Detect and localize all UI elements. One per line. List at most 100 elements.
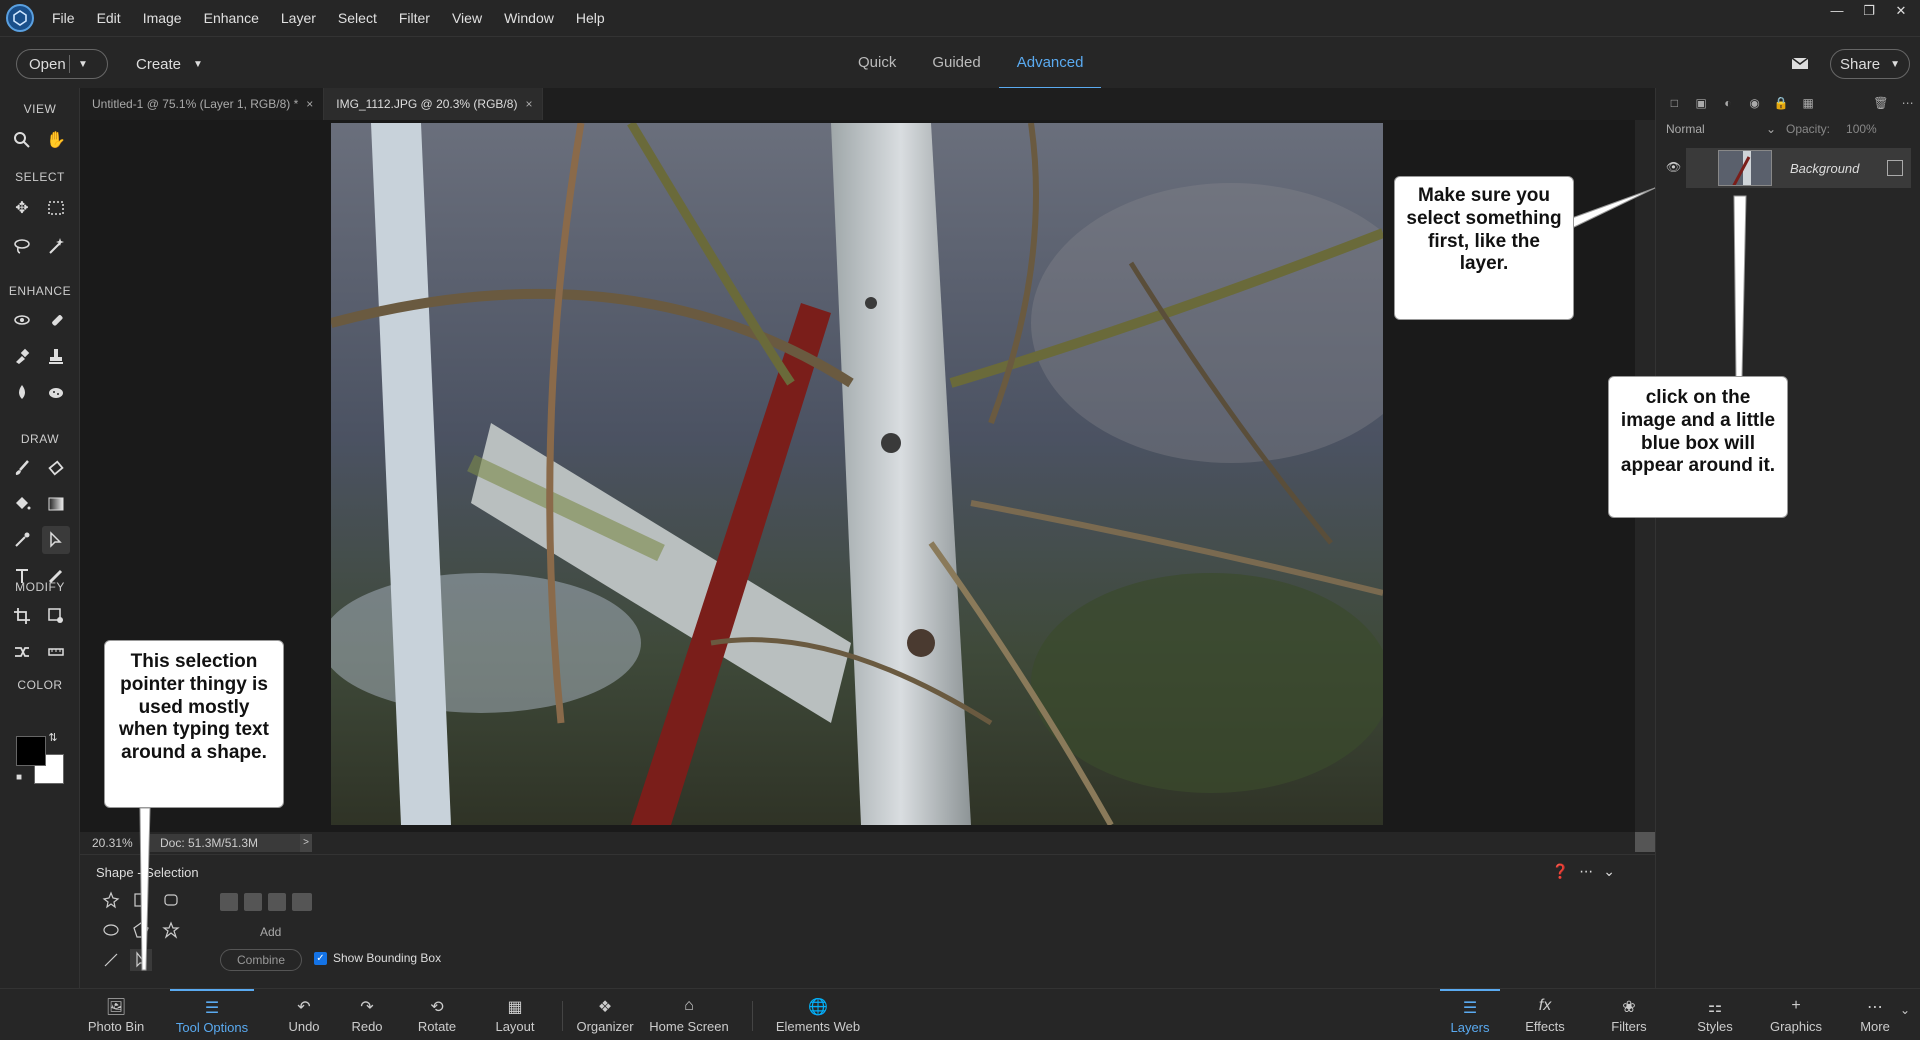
blend-mode-select[interactable]: Normal ⌄ [1666,122,1776,136]
clone-stamp-tool-icon[interactable] [42,342,70,370]
close-icon[interactable]: ✕ [1892,4,1910,18]
layout-button[interactable]: ▦ Layout [488,989,542,1040]
styles-button[interactable]: ⚏ Styles [1690,989,1740,1040]
home-screen-button[interactable]: ⌂ Home Screen [648,989,730,1040]
menu-view[interactable]: View [452,10,482,26]
redo-button[interactable]: ↷ Redo [343,989,391,1040]
share-button[interactable]: Share ▼ [1830,49,1910,79]
help-icon[interactable]: ❓ [1552,863,1569,880]
chevron-down-icon[interactable]: ▼ [78,59,88,70]
tab-advanced[interactable]: Advanced [998,37,1102,89]
menu-edit[interactable]: Edit [97,10,121,26]
layer-thumbnail [1718,150,1772,186]
custom-shape-icon[interactable] [100,889,122,911]
trash-icon[interactable]: 🗑 [1873,96,1890,112]
chevron-down-icon[interactable]: ⌄ [1900,1003,1910,1017]
show-bounding-box-checkbox[interactable]: ✓ Show Bounding Box [314,951,441,965]
doc-tab-untitled[interactable]: Untitled-1 @ 75.1% (Layer 1, RGB/8) * × [80,88,325,120]
rectangle-shape-icon[interactable] [130,889,152,911]
blur-tool-icon[interactable] [8,378,36,406]
new-layer-icon[interactable]: □ [1666,96,1683,112]
layer-mask-icon[interactable]: ◉ [1746,96,1763,112]
menu-file[interactable]: File [52,10,75,26]
sponge-tool-icon[interactable] [42,378,70,406]
elements-web-button[interactable]: 🌐 Elements Web [772,989,864,1040]
hand-tool-icon[interactable]: ✋ [42,126,70,154]
content-aware-move-tool-icon[interactable] [8,638,36,666]
rounded-rectangle-shape-icon[interactable] [160,889,182,911]
photo-image[interactable] [331,123,1383,825]
polygon-shape-icon[interactable] [130,919,152,941]
line-shape-icon[interactable] [100,949,122,971]
menu-enhance[interactable]: Enhance [204,10,259,26]
paint-bucket-tool-icon[interactable] [8,490,36,518]
menu-image[interactable]: Image [143,10,182,26]
menu-filter[interactable]: Filter [399,10,430,26]
graphics-button[interactable]: + Graphics [1768,989,1824,1040]
move-tool-icon[interactable]: ✥ [8,194,36,222]
close-icon[interactable]: × [525,88,532,120]
recompose-tool-icon[interactable] [42,602,70,630]
doc-tab-img[interactable]: IMG_1112.JPG @ 20.3% (RGB/8) × [324,88,544,120]
layer-lock-icon[interactable] [1887,160,1903,176]
straighten-tool-icon[interactable] [42,638,70,666]
undo-button[interactable]: ↶ Undo [280,989,328,1040]
menu-help[interactable]: Help [576,10,605,26]
opacity-control[interactable]: Opacity: 100% [1786,122,1877,136]
menu-layer[interactable]: Layer [281,10,316,26]
zoom-tool-icon[interactable] [8,126,36,154]
crop-tool-icon[interactable] [8,602,36,630]
eye-icon[interactable]: 👁 [1666,160,1681,174]
adjustment-layer-icon[interactable]: ◐ [1720,96,1737,112]
organizer-button[interactable]: ❖ Organizer [572,989,638,1040]
photo-bin-button[interactable]: 🖼 Photo Bin [86,989,146,1040]
open-button[interactable]: Open ▼ [16,49,108,79]
create-button[interactable]: Create ▼ [136,49,203,79]
subtract-shape-mode-icon[interactable] [268,893,286,911]
restore-icon[interactable]: ❐ [1860,4,1878,18]
filters-button[interactable]: ❀ Filters [1604,989,1654,1040]
more-options-icon[interactable]: ⋯ [1579,863,1593,880]
marquee-tool-icon[interactable] [42,194,70,222]
new-group-icon[interactable]: ▣ [1693,96,1710,112]
lock-icon[interactable]: 🔒 [1773,96,1790,112]
collapse-icon[interactable]: ⌄ [1603,863,1615,880]
mail-icon[interactable] [1790,53,1810,73]
eraser-tool-icon[interactable] [42,454,70,482]
swap-colors-icon[interactable]: ⇅ [46,730,60,744]
menu-window[interactable]: Window [504,10,554,26]
lock-transparency-icon[interactable]: ▦ [1800,96,1817,112]
status-menu-arrow-icon[interactable]: > [300,834,312,852]
rotate-button[interactable]: ⟲ Rotate [410,989,464,1040]
selection-pointer-tool-icon[interactable] [42,526,70,554]
magic-wand-tool-icon[interactable] [42,232,70,260]
lasso-tool-icon[interactable] [8,232,36,260]
new-shape-mode-icon[interactable] [220,893,238,911]
layers-button[interactable]: ☰ Layers [1440,989,1500,1040]
intersect-shape-mode-icon[interactable] [292,893,312,911]
minimize-icon[interactable]: — [1828,4,1846,18]
panel-menu-icon[interactable]: ⋯ [1899,96,1916,112]
star-shape-icon[interactable] [160,919,182,941]
red-eye-tool-icon[interactable] [8,306,36,334]
foreground-color-swatch[interactable] [16,736,46,766]
combine-button[interactable]: Combine [220,949,302,971]
app-logo-icon [6,4,34,32]
more-button[interactable]: ⋯ More [1852,989,1898,1040]
shape-selection-icon[interactable] [130,949,152,971]
default-colors-icon[interactable]: ■ [12,770,26,784]
brush-tool-icon[interactable] [8,454,36,482]
close-icon[interactable]: × [306,88,313,120]
effects-button[interactable]: fx Effects [1520,989,1570,1040]
tab-guided[interactable]: Guided [914,37,998,89]
ellipse-shape-icon[interactable] [100,919,122,941]
healing-brush-tool-icon[interactable] [42,306,70,334]
add-shape-mode-icon[interactable] [244,893,262,911]
eyedropper-tool-icon[interactable] [8,526,36,554]
tool-options-button[interactable]: ☰ Tool Options [170,989,254,1040]
menu-select[interactable]: Select [338,10,377,26]
gradient-tool-icon[interactable] [42,490,70,518]
layer-row-background[interactable]: Background [1686,148,1911,188]
smart-brush-tool-icon[interactable] [8,342,36,370]
tab-quick[interactable]: Quick [840,37,914,89]
